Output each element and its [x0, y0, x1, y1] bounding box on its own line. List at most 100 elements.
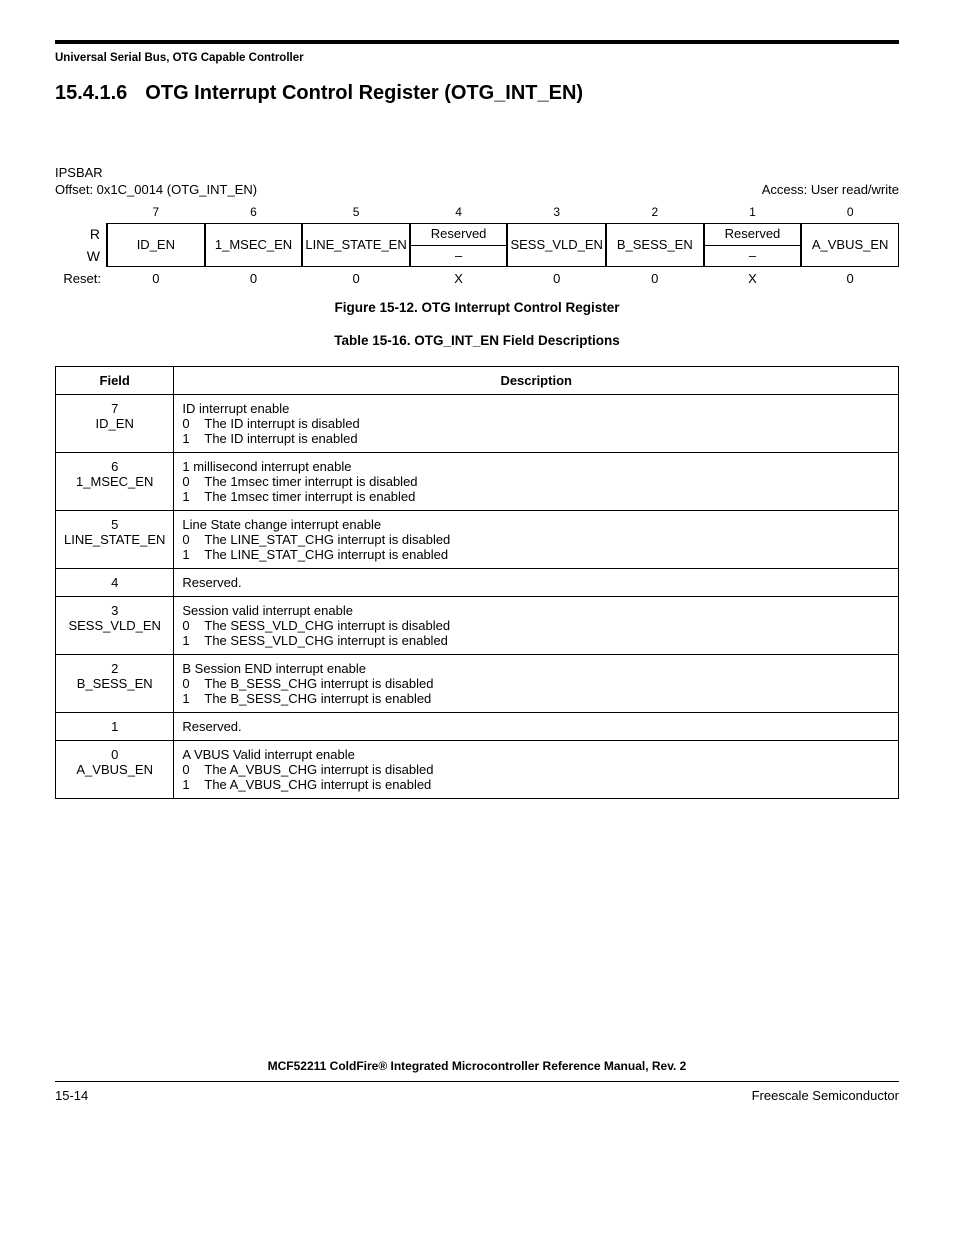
bitfield-reserved-1-w: – [705, 246, 801, 267]
opt-key: 0 [182, 762, 198, 777]
bit-num-7: 7 [107, 203, 205, 223]
opt-key: 0 [182, 676, 198, 691]
desc-option: 0 The SESS_VLD_CHG interrupt is disabled [182, 618, 890, 633]
opt-key: 1 [182, 691, 198, 706]
opt-key: 0 [182, 618, 198, 633]
opt-key: 1 [182, 633, 198, 648]
desc-title: Line State change interrupt enable [182, 517, 890, 532]
field-cell: 2 B_SESS_EN [56, 655, 174, 713]
table-caption: Table 15-16. OTG_INT_EN Field Descriptio… [55, 333, 899, 348]
opt-text: The LINE_STAT_CHG interrupt is disabled [204, 532, 890, 547]
bitfield-reserved-4: Reserved – [410, 223, 508, 267]
desc-option: 0 The A_VBUS_CHG interrupt is disabled [182, 762, 890, 777]
r-label: R [90, 226, 100, 242]
desc-title: A VBUS Valid interrupt enable [182, 747, 890, 762]
reset-val-3: 0 [507, 267, 606, 290]
blank-cell [55, 203, 107, 223]
bit-num-2: 2 [606, 203, 704, 223]
bitfield-id-en: ID_EN [107, 223, 205, 267]
rw-label: R W [55, 223, 107, 267]
desc-option: 1The 1msec timer interrupt is enabled [182, 489, 890, 504]
bitfield-line-state-en: LINE_STATE_EN [302, 223, 409, 267]
opt-text: The ID interrupt is enabled [204, 431, 890, 446]
figure-caption: Figure 15-12. OTG Interrupt Control Regi… [55, 300, 899, 315]
section-number: 15.4.1.6 [55, 82, 127, 104]
bit-num-6: 6 [205, 203, 303, 223]
opt-key: 1 [182, 777, 198, 792]
field-cell: 4 [56, 569, 174, 597]
w-label: W [87, 248, 100, 264]
field-cell: 5 LINE_STATE_EN [56, 511, 174, 569]
opt-text: The A_VBUS_CHG interrupt is disabled [204, 762, 890, 777]
reset-val-4: X [410, 267, 508, 290]
reset-val-6: 0 [205, 267, 303, 290]
opt-key: 0 [182, 532, 198, 547]
th-field: Field [56, 367, 174, 395]
table-row: 5 LINE_STATE_EN Line State change interru… [56, 511, 899, 569]
desc-option: 0 The LINE_STAT_CHG interrupt is disabled [182, 532, 890, 547]
bitfield-reserved-4-w: – [411, 246, 507, 267]
desc-title: B Session END interrupt enable [182, 661, 890, 676]
ipsbar-label: IPSBAR [55, 165, 899, 180]
bitfield-sess-vld-en: SESS_VLD_EN [507, 223, 606, 267]
footer-page-number: 15-14 [55, 1088, 88, 1103]
footer-manual-title: MCF52211 ColdFire® Integrated Microcontr… [55, 1059, 899, 1073]
field-description-table: Field Description 7 ID_ENID interrupt en… [55, 366, 899, 799]
desc-option: 0 The ID interrupt is disabled [182, 416, 890, 431]
opt-key: 1 [182, 547, 198, 562]
desc-title: Reserved. [182, 719, 890, 734]
opt-text: The LINE_STAT_CHG interrupt is enabled [204, 547, 890, 562]
running-header: Universal Serial Bus, OTG Capable Contro… [55, 52, 899, 64]
opt-key: 0 [182, 474, 198, 489]
field-cell: 6 1_MSEC_EN [56, 453, 174, 511]
opt-text: The B_SESS_CHG interrupt is enabled [204, 691, 890, 706]
desc-title: ID interrupt enable [182, 401, 890, 416]
opt-text: The SESS_VLD_CHG interrupt is disabled [204, 618, 890, 633]
opt-key: 1 [182, 431, 198, 446]
desc-option: 1The A_VBUS_CHG interrupt is enabled [182, 777, 890, 792]
reset-val-0: 0 [801, 267, 899, 290]
reset-val-1: X [704, 267, 802, 290]
reset-val-5: 0 [302, 267, 409, 290]
bit-num-5: 5 [302, 203, 409, 223]
description-cell: 1 millisecond interrupt enable0 The 1msec… [174, 453, 899, 511]
desc-option: 0 The 1msec timer interrupt is disabled [182, 474, 890, 489]
description-cell: ID interrupt enable0 The ID interrupt is … [174, 395, 899, 453]
desc-option: 0 The B_SESS_CHG interrupt is disabled [182, 676, 890, 691]
desc-option: 1 The ID interrupt is enabled [182, 431, 890, 446]
opt-key: 0 [182, 416, 198, 431]
field-cell: 7 ID_EN [56, 395, 174, 453]
desc-title: Session valid interrupt enable [182, 603, 890, 618]
description-cell: Reserved. [174, 713, 899, 741]
register-access: Access: User read/write [762, 182, 899, 197]
desc-option: 1 The LINE_STAT_CHG interrupt is enabled [182, 547, 890, 562]
bitfield-b-sess-en: B_SESS_EN [606, 223, 704, 267]
bitfield-a-vbus-en: A_VBUS_EN [801, 223, 899, 267]
desc-option: 1 The B_SESS_CHG interrupt is enabled [182, 691, 890, 706]
field-cell: 3 SESS_VLD_EN [56, 597, 174, 655]
bit-num-3: 3 [507, 203, 606, 223]
bit-num-4: 4 [410, 203, 508, 223]
opt-text: The 1msec timer interrupt is disabled [204, 474, 890, 489]
field-cell: 1 [56, 713, 174, 741]
description-cell: A VBUS Valid interrupt enable0 The A_VBUS… [174, 741, 899, 799]
footer-company: Freescale Semiconductor [752, 1088, 899, 1103]
bitfield-reserved-1-r: Reserved [705, 224, 801, 246]
table-row: 7 ID_EN ID interrupt enable0 The ID interr… [56, 395, 899, 453]
th-description: Description [174, 367, 899, 395]
desc-title: Reserved. [182, 575, 890, 590]
desc-option: 1 The SESS_VLD_CHG interrupt is enabled [182, 633, 890, 648]
opt-text: The B_SESS_CHG interrupt is disabled [204, 676, 890, 691]
section-title-text: OTG Interrupt Control Register (OTG_INT_… [145, 82, 583, 104]
reset-val-7: 0 [107, 267, 205, 290]
table-row: 2 B_SESS_EN B Session END interrupt enabl… [56, 655, 899, 713]
table-row: 0 A_VBUS_ENA VBUS Valid interrupt enable… [56, 741, 899, 799]
description-cell: Session valid interrupt enable0 The SESS_… [174, 597, 899, 655]
bit-num-0: 0 [801, 203, 899, 223]
opt-text: The ID interrupt is disabled [204, 416, 890, 431]
header-rule [55, 40, 899, 44]
bitfield-reserved-4-r: Reserved [411, 224, 507, 246]
table-row: 4 Reserved. [56, 569, 899, 597]
opt-text: The SESS_VLD_CHG interrupt is enabled [204, 633, 890, 648]
desc-title: 1 millisecond interrupt enable [182, 459, 890, 474]
